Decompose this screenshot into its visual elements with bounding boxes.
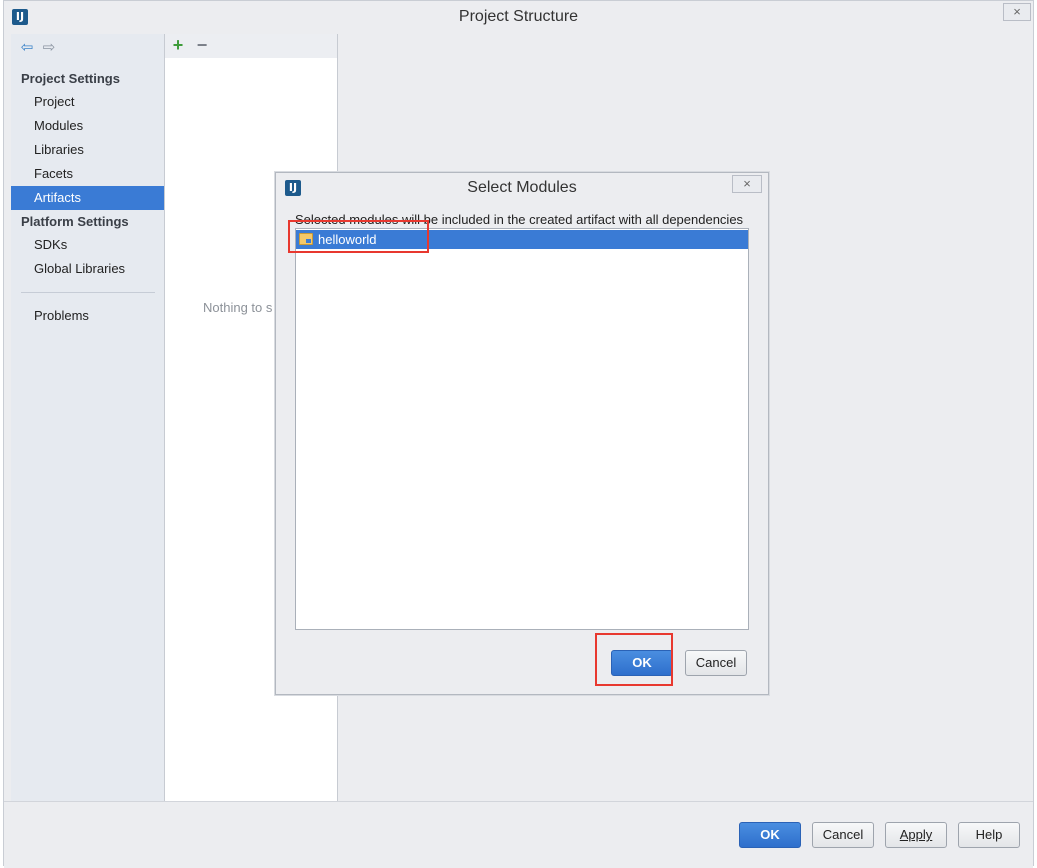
dialog-title: Select Modules: [467, 179, 577, 196]
window-close-button[interactable]: ×: [1003, 3, 1031, 21]
remove-artifact-button[interactable]: −: [192, 35, 212, 55]
dialog-close-button[interactable]: ×: [732, 175, 762, 193]
sidebar-item-libraries[interactable]: Libraries: [11, 138, 164, 162]
annotation-highlight-ok: [595, 633, 673, 686]
annotation-highlight-module: [288, 220, 429, 253]
sidebar-item-facets[interactable]: Facets: [11, 162, 164, 186]
sidebar-item-artifacts[interactable]: Artifacts: [11, 186, 164, 210]
sidebar-item-global-libraries[interactable]: Global Libraries: [11, 257, 164, 281]
window-titlebar: IJ Project Structure ×: [4, 1, 1033, 33]
window-title: Project Structure: [458, 8, 579, 25]
settings-sidebar: ⇦ ⇨ Project Settings Project Modules Libr…: [11, 34, 164, 801]
project-settings-header: Project Settings: [21, 71, 120, 86]
arrow-right-icon[interactable]: ⇨: [40, 40, 58, 56]
nav-arrows: ⇦ ⇨: [18, 40, 62, 56]
dialog-cancel-button[interactable]: Cancel: [685, 650, 747, 676]
plus-icon: +: [172, 35, 184, 55]
help-button[interactable]: Help: [958, 822, 1020, 848]
ok-button[interactable]: OK: [739, 822, 801, 848]
add-artifact-button[interactable]: +: [168, 35, 188, 55]
sidebar-item-sdks[interactable]: SDKs: [11, 233, 164, 257]
module-list[interactable]: helloworld: [295, 228, 749, 630]
cancel-button[interactable]: Cancel: [812, 822, 874, 848]
sidebar-divider: [21, 292, 155, 293]
sidebar-item-problems[interactable]: Problems: [11, 304, 164, 328]
dialog-footer: OK Cancel Apply Help: [4, 801, 1033, 868]
sidebar-item-modules[interactable]: Modules: [11, 114, 164, 138]
apply-button[interactable]: Apply: [885, 822, 947, 848]
close-icon: ×: [1013, 4, 1021, 19]
platform-settings-header: Platform Settings: [21, 214, 129, 229]
arrow-left-icon[interactable]: ⇦: [18, 40, 36, 56]
empty-state-text: Nothing to s: [203, 300, 273, 315]
close-icon: ×: [743, 176, 751, 191]
minus-icon: −: [196, 35, 208, 55]
sidebar-item-project[interactable]: Project: [11, 90, 164, 114]
artifacts-toolbar: + −: [165, 34, 337, 58]
